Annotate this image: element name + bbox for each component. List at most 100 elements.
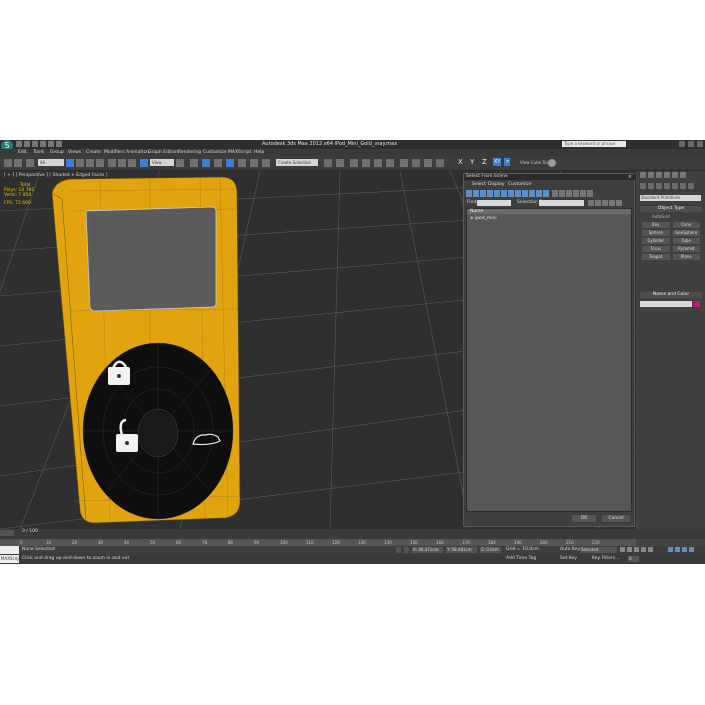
axis-y-button[interactable]: Y (470, 158, 474, 166)
lights-category-icon[interactable] (656, 183, 662, 189)
select-object-icon[interactable] (66, 159, 74, 167)
menu-customize[interactable]: Customize (203, 150, 227, 155)
teapot-button[interactable]: Teapot (642, 254, 670, 260)
zoom-icon[interactable] (668, 547, 673, 552)
filter-spacewarps-icon[interactable] (501, 190, 507, 197)
angle-snap-icon[interactable] (226, 159, 234, 167)
align-icon[interactable] (336, 159, 344, 167)
display-children-icon[interactable] (588, 200, 594, 206)
select-invert-icon[interactable] (566, 190, 572, 197)
rotate-icon[interactable] (118, 159, 126, 167)
tab-motion[interactable] (664, 172, 670, 178)
snaps-toggle-icon[interactable] (214, 159, 222, 167)
axis-constraint-button[interactable]: ↗ (504, 158, 511, 166)
maxscript-listener[interactable] (0, 546, 19, 554)
tab-modify[interactable] (648, 172, 654, 178)
minimize-icon[interactable] (679, 141, 685, 147)
filter-containers-icon[interactable] (529, 190, 535, 197)
open-file-icon[interactable] (24, 141, 30, 147)
geosphere-button[interactable]: GeoSphere (672, 230, 700, 236)
play-icon[interactable] (634, 547, 639, 552)
current-frame-input[interactable]: 0 (628, 556, 639, 562)
zoom-extents-icon[interactable] (682, 547, 687, 552)
redo-icon[interactable] (48, 141, 54, 147)
filter-shapes-icon[interactable] (473, 190, 479, 197)
tab-create[interactable] (640, 172, 646, 178)
window-crossing-icon[interactable] (96, 159, 104, 167)
name-and-color-rollout[interactable]: Name and Color (640, 292, 702, 298)
torus-button[interactable]: Torus (642, 246, 670, 252)
select-and-place-icon[interactable] (140, 159, 148, 167)
project-folder-icon[interactable] (56, 141, 62, 147)
systems-category-icon[interactable] (688, 183, 694, 189)
time-slider-handle[interactable] (0, 530, 14, 536)
next-frame-icon[interactable] (641, 547, 646, 552)
add-time-tag[interactable]: Add Time Tag (506, 556, 536, 561)
object-color-swatch[interactable] (694, 301, 700, 307)
cancel-button[interactable]: Cancel (602, 515, 630, 522)
go-to-end-icon[interactable] (648, 547, 653, 552)
autogrid-checkbox[interactable]: AutoGrid (652, 214, 670, 219)
spinner-snap-icon[interactable] (250, 159, 258, 167)
go-to-start-icon[interactable] (620, 547, 625, 552)
move-icon[interactable] (108, 159, 116, 167)
dialog-menu-customize[interactable]: Customize (508, 182, 532, 187)
tab-utilities[interactable] (680, 172, 686, 178)
filter-hidden-icon[interactable] (543, 190, 549, 197)
axis-z-button[interactable]: Z (482, 158, 487, 166)
dialog-menu-select[interactable]: Select (472, 182, 486, 187)
key-mode-dropdown[interactable]: Selected (580, 547, 617, 553)
selection-set-dropdown[interactable] (539, 200, 584, 206)
menu-animation[interactable]: Animation (126, 150, 149, 155)
geometry-category-icon[interactable] (640, 183, 646, 189)
spacewarps-category-icon[interactable] (680, 183, 686, 189)
dialog-title[interactable]: Select From Scene (464, 174, 636, 180)
display-influences-icon[interactable] (595, 200, 601, 206)
shapes-category-icon[interactable] (648, 183, 654, 189)
expand-all-icon[interactable] (609, 200, 615, 206)
keyword-search-input[interactable]: Type a keyword or phrase (562, 141, 626, 147)
filter-frozen-icon[interactable] (536, 190, 542, 197)
axis-xy-button[interactable]: XY (493, 158, 502, 166)
menu-group[interactable]: Group (50, 150, 64, 155)
new-file-icon[interactable] (16, 141, 22, 147)
primitive-type-dropdown[interactable]: Standard Primitives (640, 195, 701, 201)
menu-rendering[interactable]: Rendering (178, 150, 201, 155)
schematic-view-icon[interactable] (386, 159, 394, 167)
select-none-icon[interactable] (559, 190, 565, 197)
selection-filter-dropdown[interactable]: All (38, 159, 64, 166)
select-by-name-icon[interactable] (76, 159, 84, 167)
zoom-all-icon[interactable] (675, 547, 680, 552)
menu-maxscript[interactable]: MAXScript (228, 150, 251, 155)
find-input[interactable] (477, 200, 511, 206)
axis-x-button[interactable]: X (458, 158, 463, 166)
lock-selection-icon[interactable] (396, 547, 401, 553)
ok-button[interactable]: OK (572, 515, 596, 522)
zoom-extents-all-icon[interactable] (689, 547, 694, 552)
maximize-icon[interactable] (688, 141, 694, 147)
object-name-input[interactable] (640, 301, 692, 307)
collapse-all-icon[interactable] (616, 200, 622, 206)
menu-modifiers[interactable]: Modifiers (104, 150, 125, 155)
select-all-icon[interactable] (552, 190, 558, 197)
auto-key-button[interactable]: Auto Key (560, 547, 580, 552)
filter-helpers-icon[interactable] (494, 190, 500, 197)
select-manipulate-icon[interactable] (190, 159, 198, 167)
helpers-category-icon[interactable] (672, 183, 678, 189)
view-cube-icon[interactable] (548, 159, 556, 167)
filter-groups-icon[interactable] (508, 190, 514, 197)
menu-help[interactable]: Help (254, 150, 264, 155)
menu-tools[interactable]: Tools (33, 150, 44, 155)
menu-views[interactable]: Views (68, 150, 81, 155)
set-key-button[interactable]: Set Key (560, 556, 577, 561)
list-item[interactable]: ◆ ipod_mini (470, 216, 497, 221)
keyboard-shortcut-override-icon[interactable] (202, 159, 210, 167)
undo-icon[interactable] (40, 141, 46, 147)
filter-geometry-icon[interactable] (466, 190, 472, 197)
tab-display[interactable] (672, 172, 678, 178)
menu-graph-editors[interactable]: Graph Editors (148, 150, 179, 155)
tab-hierarchy[interactable] (656, 172, 662, 178)
menu-create[interactable]: Create (86, 150, 101, 155)
filter-lights-icon[interactable] (480, 190, 486, 197)
viewport-label[interactable]: [ + ] [ Perspective ] [ Shaded + Edged F… (4, 173, 108, 178)
